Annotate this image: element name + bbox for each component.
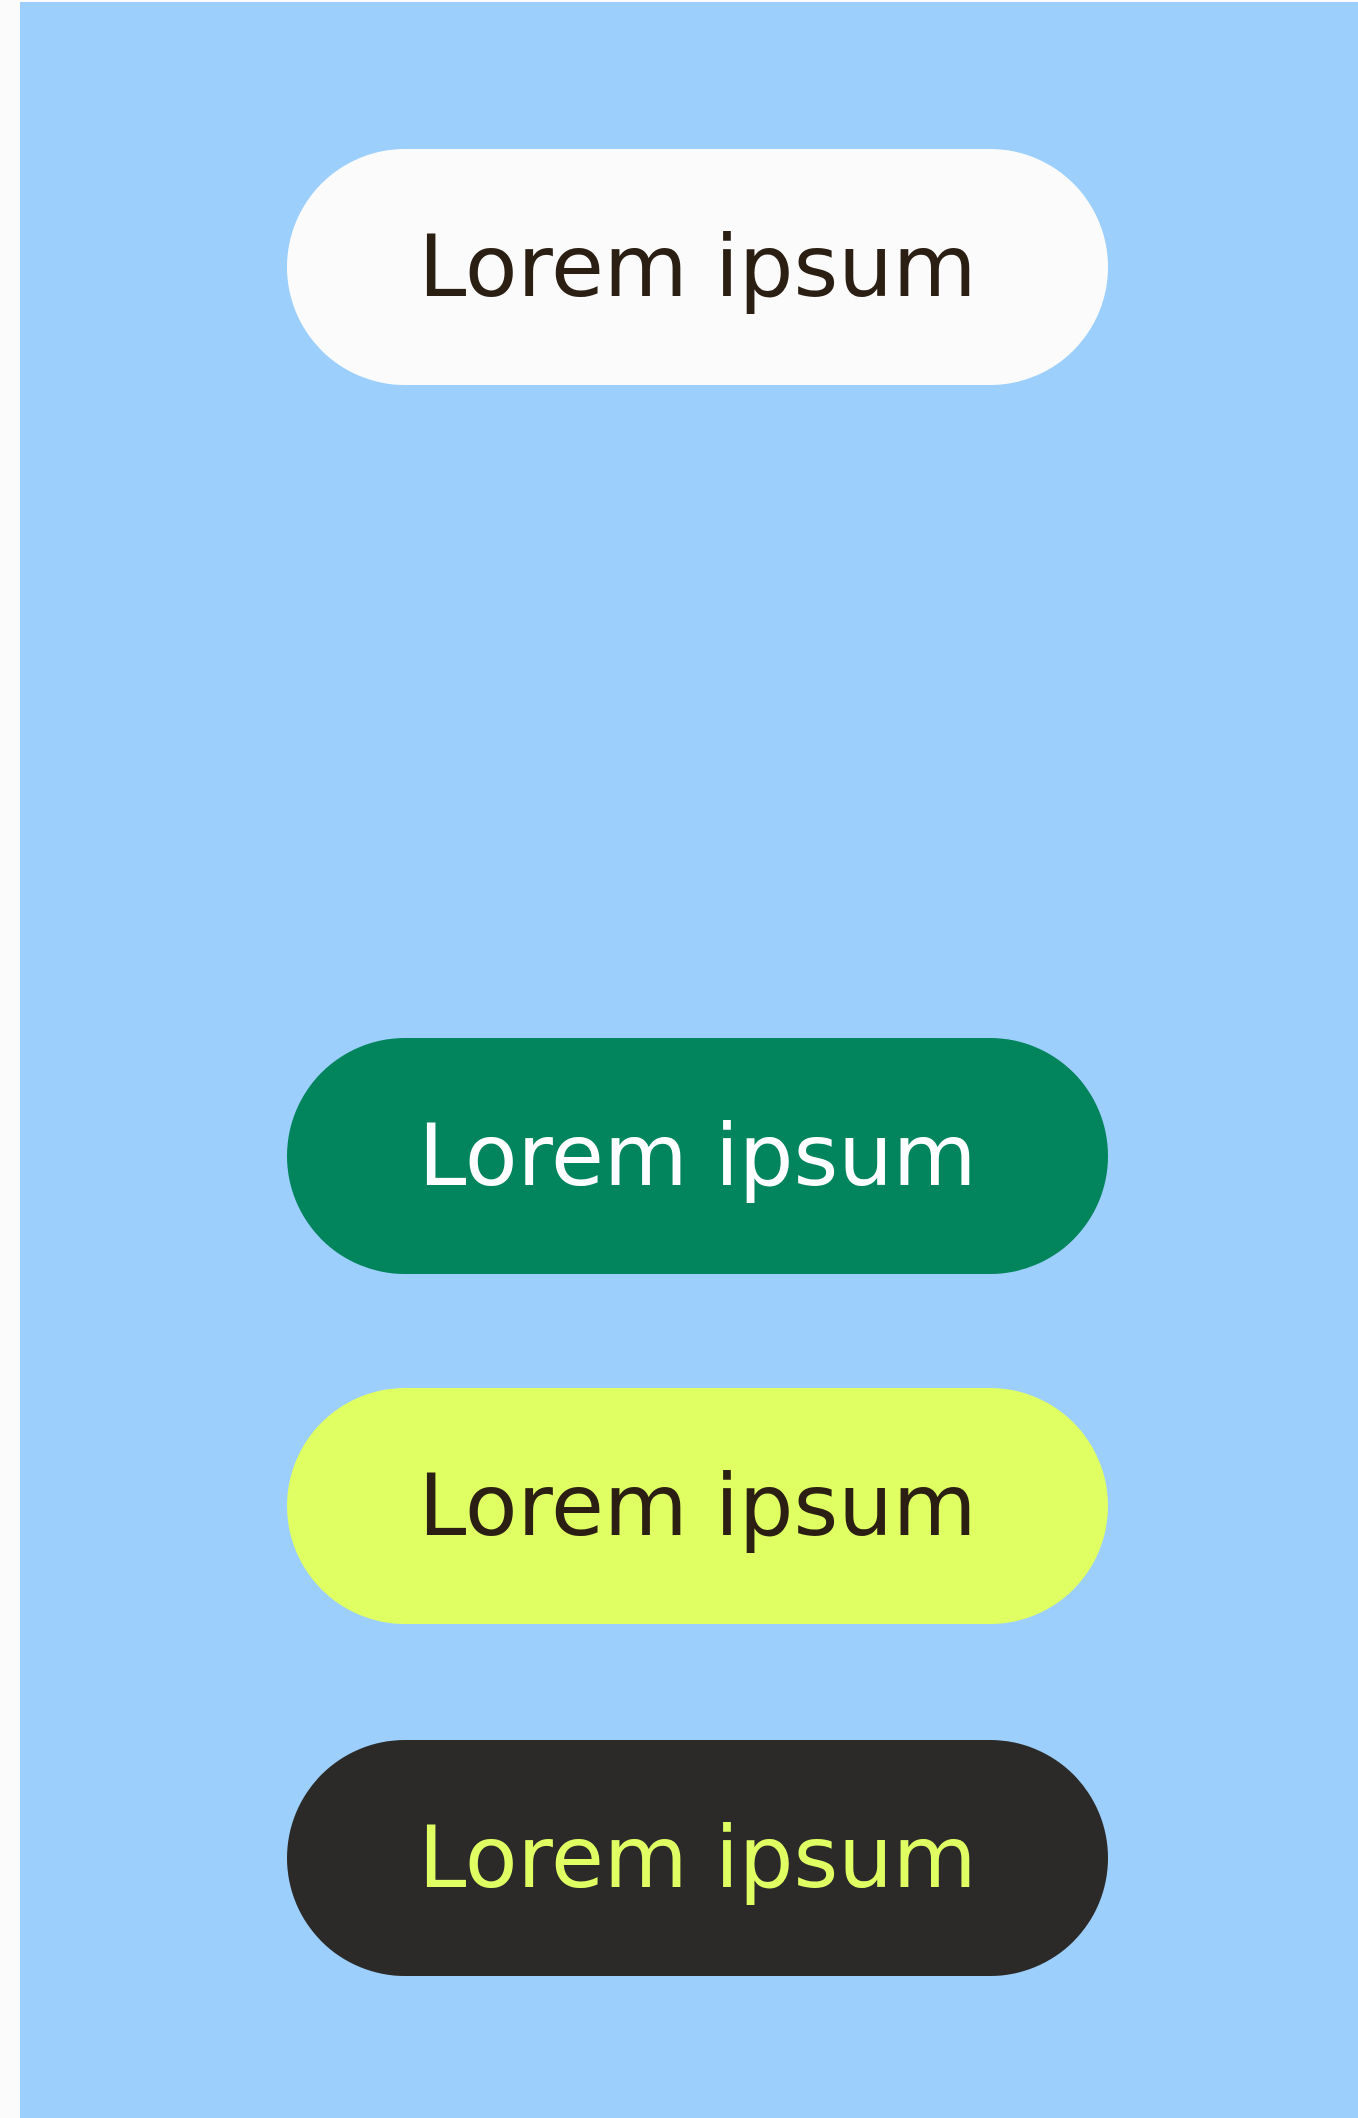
lorem-ipsum-button-dark[interactable]: Lorem ipsum [287, 1740, 1108, 1976]
lorem-ipsum-button-white[interactable]: Lorem ipsum [287, 149, 1108, 385]
lorem-ipsum-button-green[interactable]: Lorem ipsum [287, 1038, 1108, 1274]
button-label: Lorem ipsum [418, 1456, 977, 1556]
button-label: Lorem ipsum [418, 1808, 977, 1908]
button-label: Lorem ipsum [418, 217, 977, 317]
button-label: Lorem ipsum [418, 1106, 977, 1206]
canvas: Lorem ipsum Lorem ipsum Lorem ipsum Lore… [20, 2, 1358, 2118]
lorem-ipsum-button-lime[interactable]: Lorem ipsum [287, 1388, 1108, 1624]
